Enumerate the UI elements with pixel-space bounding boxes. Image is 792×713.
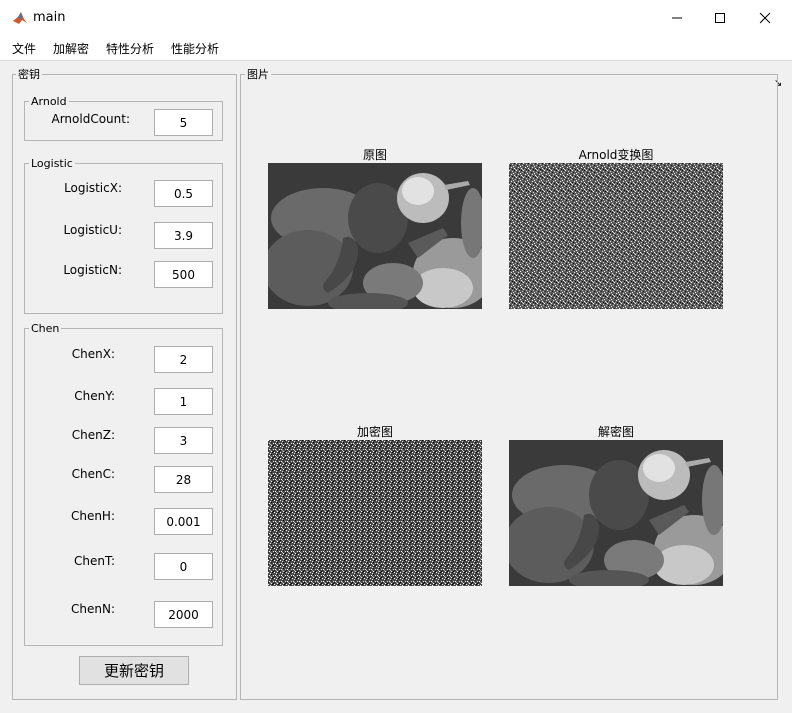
- chen-c-input[interactable]: 28: [154, 466, 213, 493]
- chen-h-label: ChenH:: [70, 509, 115, 523]
- menu-characteristic-analysis[interactable]: 特性分析: [106, 40, 154, 57]
- original-image-title: 原图: [362, 148, 387, 162]
- maximize-icon: [715, 13, 725, 23]
- logistic-u-input[interactable]: 3.9: [154, 222, 213, 249]
- logistic-x-label: LogisticX:: [64, 181, 122, 195]
- chen-z-label: ChenZ:: [71, 428, 115, 442]
- logistic-u-label: LogisticU:: [63, 223, 122, 237]
- chen-group-title: Chen: [29, 322, 62, 335]
- chen-y-label: ChenY:: [74, 389, 115, 403]
- chen-t-input[interactable]: 0: [154, 553, 213, 580]
- logistic-n-input[interactable]: 500: [154, 261, 213, 288]
- minimize-icon: [672, 17, 682, 19]
- logistic-group-title: Logistic: [29, 157, 75, 170]
- minimize-button[interactable]: [654, 0, 700, 36]
- arnold-group-title: Arnold: [29, 95, 69, 108]
- chen-z-input[interactable]: 3: [154, 427, 213, 454]
- arnold-count-input[interactable]: 5: [154, 109, 213, 136]
- arnold-image: [509, 163, 723, 309]
- chen-y-input[interactable]: 1: [154, 388, 213, 415]
- window-title: main: [33, 10, 66, 25]
- encrypted-image: [268, 440, 482, 586]
- chen-x-input[interactable]: 2: [154, 346, 213, 373]
- chen-x-label: ChenX:: [71, 347, 115, 361]
- logistic-n-label: LogisticN:: [63, 263, 122, 277]
- maximize-button[interactable]: [697, 0, 743, 36]
- menu-bar: 文件 加解密 特性分析 性能分析 ↘: [0, 36, 792, 89]
- decrypted-image-title: 解密图: [597, 425, 634, 439]
- encrypted-image-title: 加密图: [356, 425, 393, 439]
- arnold-image-title: Arnold变换图: [578, 148, 654, 162]
- original-image: [268, 163, 482, 309]
- chen-n-input[interactable]: 2000: [154, 601, 213, 628]
- title-bar: main: [0, 0, 792, 36]
- arnold-count-label: ArnoldCount:: [51, 112, 130, 126]
- key-panel-title: 密钥: [16, 68, 42, 81]
- chen-h-input[interactable]: 0.001: [154, 508, 213, 535]
- menu-file[interactable]: 文件: [12, 40, 36, 57]
- image-panel-title: 图片: [245, 68, 271, 81]
- close-icon: [759, 12, 771, 24]
- chen-c-label: ChenC:: [71, 467, 115, 481]
- menu-encrypt-decrypt[interactable]: 加解密: [53, 40, 89, 57]
- matlab-icon: [12, 10, 28, 26]
- decrypted-image: [509, 440, 723, 586]
- chen-t-label: ChenT:: [73, 554, 115, 568]
- close-button[interactable]: [742, 0, 788, 36]
- menu-performance-analysis[interactable]: 性能分析: [171, 40, 219, 57]
- logistic-x-input[interactable]: 0.5: [154, 180, 213, 207]
- chen-n-label: ChenN:: [71, 602, 115, 616]
- update-key-button[interactable]: 更新密钥: [79, 656, 189, 685]
